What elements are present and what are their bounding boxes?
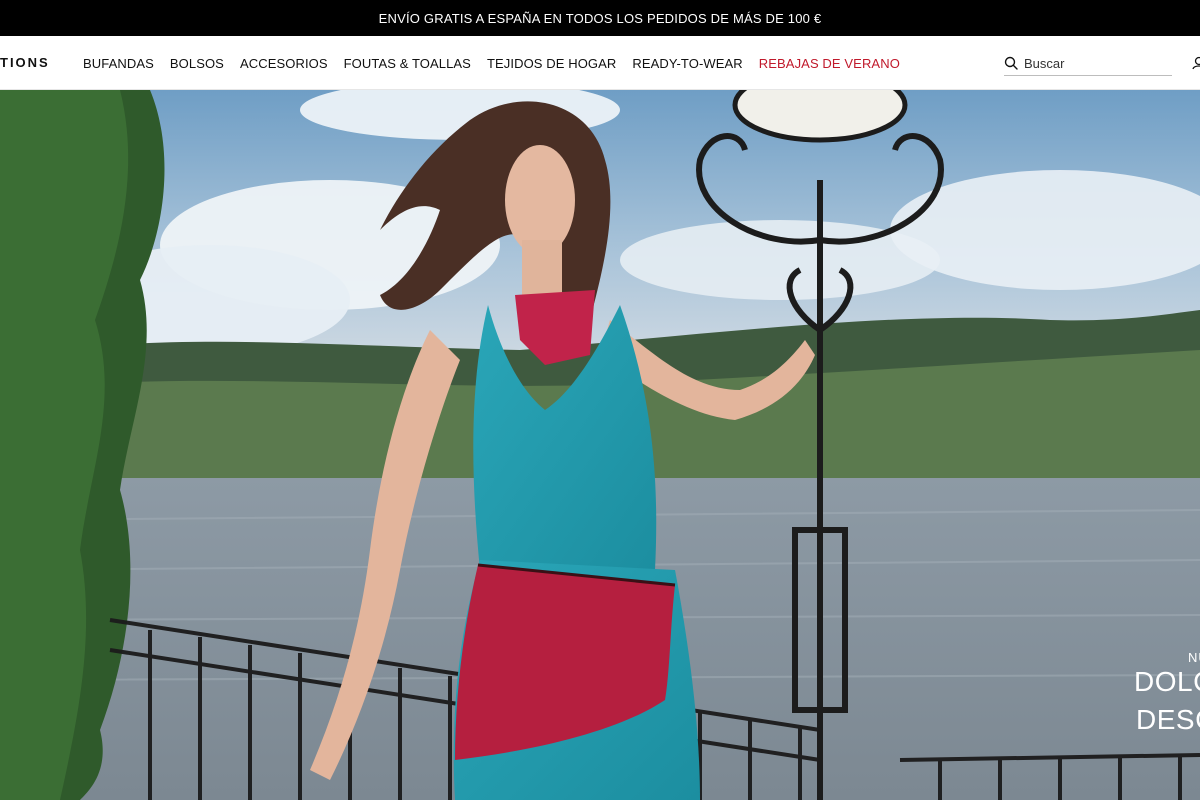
promo-text: ENVÍO GRATIS A ESPAÑA EN TODOS LOS PEDID… [378, 10, 822, 26]
site-header: TIONS BUFANDAS BOLSOS ACCESORIOS FOUTAS … [0, 36, 1200, 90]
nav-item-bolsos[interactable]: BOLSOS [170, 56, 224, 71]
hero-kicker: NUEV [1188, 650, 1200, 665]
nav-item-ready-to-wear[interactable]: READY-TO-WEAR [632, 56, 742, 71]
main-nav: BUFANDAS BOLSOS ACCESORIOS FOUTAS & TOAL… [83, 36, 900, 90]
nav-item-bufandas[interactable]: BUFANDAS [83, 56, 154, 71]
promo-bar: ENVÍO GRATIS A ESPAÑA EN TODOS LOS PEDID… [0, 0, 1200, 36]
search-input[interactable] [1024, 52, 1172, 74]
nav-item-tejidos-de-hogar[interactable]: TEJIDOS DE HOGAR [487, 56, 616, 71]
hero-banner[interactable]: NUEV DOLCE DESCU [0, 90, 1200, 800]
hero-copy: NUEV DOLCE DESCU [1110, 90, 1200, 800]
hero-image [0, 90, 1200, 800]
search-box [1004, 50, 1172, 76]
user-icon[interactable] [1192, 56, 1200, 70]
brand-logo[interactable]: TIONS [0, 55, 50, 70]
hero-title: DOLCE [1134, 666, 1200, 697]
nav-item-rebajas-de-verano[interactable]: REBAJAS DE VERANO [759, 56, 900, 71]
nav-item-foutas-toallas[interactable]: FOUTAS & TOALLAS [344, 56, 471, 71]
hero-cta-link[interactable]: DESCU [1136, 704, 1200, 736]
nav-item-accesorios[interactable]: ACCESORIOS [240, 56, 328, 71]
search-icon[interactable] [1004, 56, 1018, 70]
